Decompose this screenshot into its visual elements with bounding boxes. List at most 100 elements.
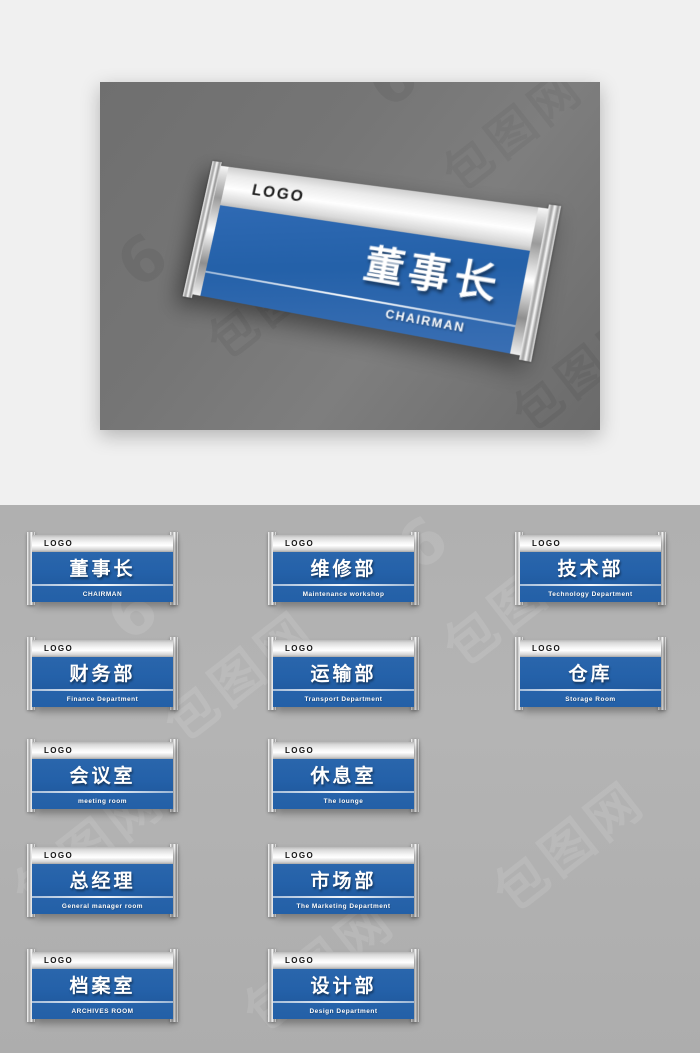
plaque-logo: LOGO <box>44 644 74 653</box>
plaque-main: 休息室 <box>273 759 414 793</box>
plaque-sign[interactable]: LOGO 财务部 Finance Department <box>27 637 178 710</box>
plaque-sign[interactable]: LOGO 会议室 meeting room <box>27 739 178 812</box>
plaque-sign[interactable]: LOGO 休息室 The lounge <box>268 739 419 812</box>
plaque-title-en: Design Department <box>309 1007 378 1015</box>
plaque-title-cn: 设计部 <box>310 974 377 997</box>
plaque-board: LOGO 财务部 Finance Department <box>32 640 173 707</box>
watermark-mark: 6 <box>102 214 187 303</box>
plaque-board: LOGO 运输部 Transport Department <box>273 640 414 707</box>
featured-sign-mockup: LOGO 董事长 CHAIRMAN <box>182 160 562 362</box>
plaque-sub: CHAIRMAN <box>32 586 173 602</box>
plaque-sub: Storage Room <box>520 691 661 707</box>
plaque-title-en: The Marketing Department <box>296 902 391 910</box>
plaque-board: LOGO 档案室 ARCHIVES ROOM <box>32 952 173 1019</box>
plaque-sub: meeting room <box>32 793 173 809</box>
plaque-board: LOGO 市场部 The Marketing Department <box>273 847 414 914</box>
plaque-sign[interactable]: LOGO 维修部 Maintenance workshop <box>268 532 419 605</box>
plaque-sign[interactable]: LOGO 仓库 Storage Room <box>515 637 666 710</box>
plaque-board: LOGO 总经理 General manager room <box>32 847 173 914</box>
plaque-board: LOGO 董事长 CHAIRMAN <box>32 535 173 602</box>
featured-sign-logo: LOGO <box>250 180 307 206</box>
plaque-logo: LOGO <box>285 539 315 548</box>
plaque-board: LOGO 设计部 Design Department <box>273 952 414 1019</box>
plaque-board: LOGO 会议室 meeting room <box>32 742 173 809</box>
plaque-title-cn: 市场部 <box>310 869 377 892</box>
plaque-main: 董事长 <box>32 552 173 586</box>
plaque-sub: Design Department <box>273 1003 414 1019</box>
plaque-main: 技术部 <box>520 552 661 586</box>
plaque-title-cn: 档案室 <box>69 974 136 997</box>
plaque-main: 设计部 <box>273 969 414 1003</box>
plaque-main: 市场部 <box>273 864 414 898</box>
plaque-logo: LOGO <box>285 644 315 653</box>
plaque-sub: Finance Department <box>32 691 173 707</box>
plaque-logo: LOGO <box>44 539 74 548</box>
plaque-title-en: General manager room <box>61 902 144 910</box>
plaque-logo: LOGO <box>285 956 315 965</box>
plaque-title-en: The lounge <box>323 797 364 805</box>
plaque-sign[interactable]: LOGO 董事长 CHAIRMAN <box>27 532 178 605</box>
plaque-title-cn: 总经理 <box>69 869 136 892</box>
plaque-title-cn: 维修部 <box>310 557 377 580</box>
plaque-sign[interactable]: LOGO 技术部 Technology Department <box>515 532 666 605</box>
hero-preview-panel: 6 包图网 包图网 6 包图网 LOGO 董事长 CHAIRMAN <box>100 82 600 430</box>
plaque-title-en: Storage Room <box>565 695 616 703</box>
plaque-sign[interactable]: LOGO 运输部 Transport Department <box>268 637 419 710</box>
plaque-board: LOGO 休息室 The lounge <box>273 742 414 809</box>
plaque-main: 总经理 <box>32 864 173 898</box>
plaque-sub: General manager room <box>32 898 173 914</box>
plaque-main: 档案室 <box>32 969 173 1003</box>
hero-section: 6 包图网 包图网 6 包图网 LOGO 董事长 CHAIRMAN <box>0 0 700 505</box>
plaque-logo-band: LOGO <box>32 742 173 759</box>
plaque-sign[interactable]: LOGO 设计部 Design Department <box>268 949 419 1022</box>
plaque-logo: LOGO <box>44 746 74 755</box>
signage-mockup-page: 6 包图网 包图网 6 包图网 LOGO 董事长 CHAIRMAN <box>0 0 700 1053</box>
plaque-title-cn: 休息室 <box>310 764 377 787</box>
plaque-main: 仓库 <box>520 657 661 691</box>
plaque-sub: The lounge <box>273 793 414 809</box>
featured-sign-board: LOGO 董事长 CHAIRMAN <box>192 165 549 356</box>
plaque-sub: Technology Department <box>520 586 661 602</box>
plaque-logo: LOGO <box>532 644 562 653</box>
plaque-sub: Maintenance workshop <box>273 586 414 602</box>
plaque-sign[interactable]: LOGO 总经理 General manager room <box>27 844 178 917</box>
plaque-title-cn: 董事长 <box>69 557 136 580</box>
signage-grid-section: 6 包图网 包图网 6 包图网 包图网 包图网 LOGO董事长CHAIRMANL… <box>0 498 700 1053</box>
plaque-board: LOGO 技术部 Technology Department <box>520 535 661 602</box>
plaque-logo-band: LOGO <box>32 847 173 864</box>
plaque-main: 财务部 <box>32 657 173 691</box>
plaque-logo-band: LOGO <box>520 535 661 552</box>
plaque-title-en: CHAIRMAN <box>82 590 123 598</box>
plaque-logo-band: LOGO <box>32 640 173 657</box>
plaque-title-en: Finance Department <box>66 695 139 703</box>
plaque-logo-band: LOGO <box>273 640 414 657</box>
plaque-logo-band: LOGO <box>273 742 414 759</box>
plaque-sign[interactable]: LOGO 市场部 The Marketing Department <box>268 844 419 917</box>
watermark-text: 包图网 <box>433 82 596 203</box>
plaque-logo: LOGO <box>285 746 315 755</box>
plaque-title-en: meeting room <box>78 797 127 805</box>
plaque-logo: LOGO <box>44 956 74 965</box>
plaque-title-en: Maintenance workshop <box>302 590 385 598</box>
plaque-logo: LOGO <box>44 851 74 860</box>
plaque-logo-band: LOGO <box>273 952 414 969</box>
plaque-logo-band: LOGO <box>32 952 173 969</box>
plaque-logo-band: LOGO <box>520 640 661 657</box>
plaque-title-cn: 仓库 <box>568 662 613 685</box>
plaque-title-en: ARCHIVES ROOM <box>71 1007 134 1015</box>
plaque-main: 运输部 <box>273 657 414 691</box>
watermark-mark: 6 <box>353 82 437 122</box>
plaque-logo-band: LOGO <box>32 535 173 552</box>
plaque-title-en: Transport Department <box>304 695 383 703</box>
plaque-sub: ARCHIVES ROOM <box>32 1003 173 1019</box>
plaque-sub: The Marketing Department <box>273 898 414 914</box>
plaque-board: LOGO 维修部 Maintenance workshop <box>273 535 414 602</box>
plaque-logo-band: LOGO <box>273 535 414 552</box>
plaque-title-cn: 技术部 <box>557 557 624 580</box>
plaque-board: LOGO 仓库 Storage Room <box>520 640 661 707</box>
plaque-title-cn: 会议室 <box>69 764 136 787</box>
plaque-logo-band: LOGO <box>273 847 414 864</box>
plaque-main: 会议室 <box>32 759 173 793</box>
watermark-text: 包图网 <box>483 769 658 925</box>
plaque-sign[interactable]: LOGO 档案室 ARCHIVES ROOM <box>27 949 178 1022</box>
